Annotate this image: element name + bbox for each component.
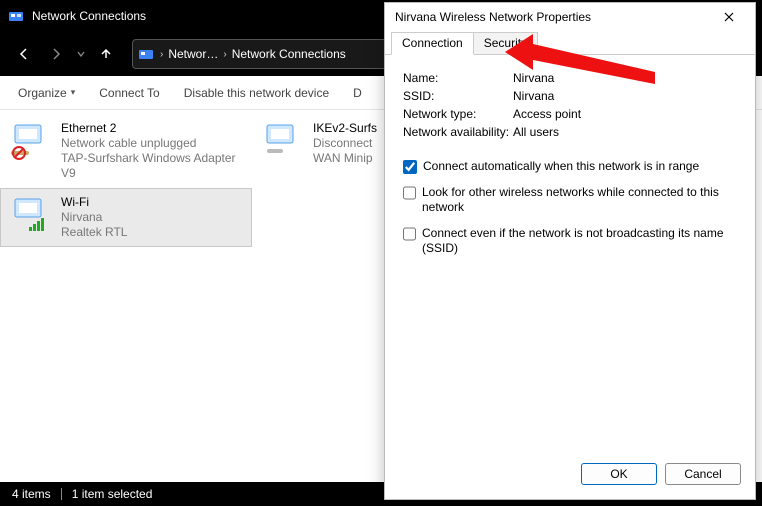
item-count: 4 items — [12, 487, 51, 501]
organize-label: Organize — [18, 86, 67, 100]
connection-text: Ethernet 2 Network cable unplugged TAP-S… — [61, 121, 243, 181]
organize-menu[interactable]: Organize ▾ — [8, 82, 85, 104]
tab-connection[interactable]: Connection — [391, 32, 474, 55]
dialog-body: Name: Nirvana SSID: Nirvana Network type… — [385, 55, 755, 453]
prop-value: Nirvana — [513, 89, 554, 103]
connection-name: Wi-Fi — [61, 195, 127, 210]
chk-hidden-ssid[interactable]: Connect even if the network is not broad… — [403, 226, 737, 257]
connection-text: Wi-Fi Nirvana Realtek RTL — [61, 195, 127, 240]
chk-auto-connect[interactable]: Connect automatically when this network … — [403, 159, 737, 175]
chk-label: Look for other wireless networks while c… — [422, 185, 737, 216]
network-folder-icon — [8, 8, 24, 24]
connection-item-wifi[interactable]: Wi-Fi Nirvana Realtek RTL — [0, 188, 252, 247]
connection-status: Disconnect — [313, 136, 377, 151]
checkbox-group: Connect automatically when this network … — [403, 159, 737, 257]
prop-value: All users — [513, 125, 559, 139]
chk-hidden-ssid-input[interactable] — [403, 227, 416, 241]
chk-auto-connect-input[interactable] — [403, 160, 417, 174]
wifi-icon — [9, 195, 53, 235]
breadcrumb-icon — [137, 45, 155, 63]
prop-ssid: SSID: Nirvana — [403, 89, 737, 103]
chk-label: Connect automatically when this network … — [423, 159, 699, 175]
tab-security[interactable]: Security — [473, 32, 538, 54]
dialog-titlebar: Nirvana Wireless Network Properties — [385, 3, 755, 31]
window-title: Network Connections — [32, 9, 146, 23]
prop-name: Name: Nirvana — [403, 71, 737, 85]
prop-label: Name: — [403, 71, 513, 85]
connection-device: TAP-Surfshark Windows Adapter V9 — [61, 151, 243, 181]
ethernet-disconnected-icon — [9, 121, 53, 161]
chevron-right-icon: › — [159, 49, 164, 60]
connection-item-ethernet2[interactable]: Ethernet 2 Network cable unplugged TAP-S… — [0, 114, 252, 188]
connect-to-button[interactable]: Connect To — [89, 82, 170, 104]
chk-look-other-input[interactable] — [403, 186, 416, 200]
prop-label: Network type: — [403, 107, 513, 121]
ok-button[interactable]: OK — [581, 463, 657, 485]
chk-look-other[interactable]: Look for other wireless networks while c… — [403, 185, 737, 216]
back-button[interactable] — [10, 40, 38, 68]
up-button[interactable] — [92, 40, 120, 68]
connection-device: WAN Minip — [313, 151, 377, 166]
prop-label: SSID: — [403, 89, 513, 103]
close-button[interactable] — [709, 5, 749, 29]
divider — [61, 488, 62, 500]
tab-strip: Connection Security — [385, 31, 755, 55]
chevron-right-icon: › — [222, 49, 227, 60]
chk-label: Connect even if the network is not broad… — [422, 226, 737, 257]
selection-count: 1 item selected — [72, 487, 153, 501]
connection-status: Network cable unplugged — [61, 136, 243, 151]
diagnose-button[interactable]: D — [343, 82, 372, 104]
prop-type: Network type: Access point — [403, 107, 737, 121]
breadcrumb-seg[interactable]: Networ… — [166, 47, 220, 61]
close-icon — [723, 11, 735, 23]
connection-name: IKEv2-Surfs — [313, 121, 377, 136]
prop-value: Access point — [513, 107, 581, 121]
disable-device-button[interactable]: Disable this network device — [174, 82, 339, 104]
connection-name: Ethernet 2 — [61, 121, 243, 136]
connection-status: Nirvana — [61, 210, 127, 225]
vpn-icon — [261, 121, 305, 161]
prop-availability: Network availability: All users — [403, 125, 737, 139]
recent-dropdown-icon[interactable] — [74, 40, 88, 68]
forward-button[interactable] — [42, 40, 70, 68]
dialog-title: Nirvana Wireless Network Properties — [395, 10, 591, 24]
wifi-properties-dialog: Nirvana Wireless Network Properties Conn… — [384, 2, 756, 500]
connection-device: Realtek RTL — [61, 225, 127, 240]
prop-value: Nirvana — [513, 71, 554, 85]
breadcrumb-seg[interactable]: Network Connections — [230, 47, 348, 61]
cancel-button[interactable]: Cancel — [665, 463, 741, 485]
dialog-buttons: OK Cancel — [385, 453, 755, 499]
prop-label: Network availability: — [403, 125, 513, 139]
chevron-down-icon: ▾ — [71, 87, 76, 98]
connection-text: IKEv2-Surfs Disconnect WAN Minip — [313, 121, 377, 166]
